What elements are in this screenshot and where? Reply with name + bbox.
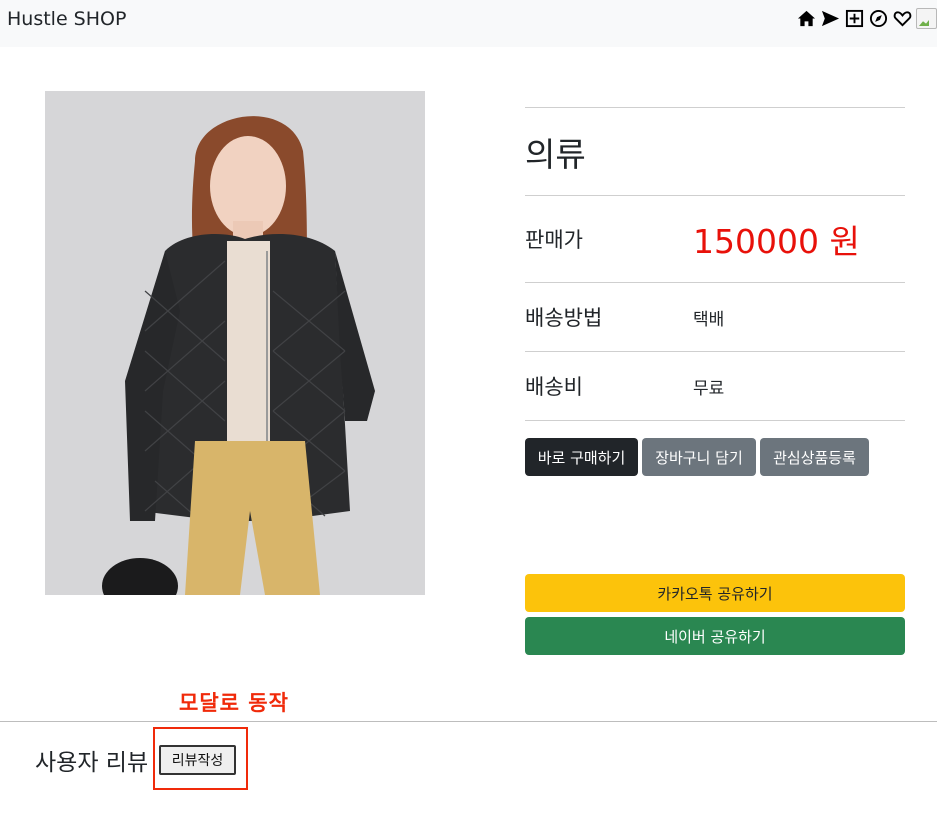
plus-square-icon[interactable] <box>844 8 865 29</box>
compass-icon[interactable] <box>868 8 889 29</box>
write-review-button[interactable]: 리뷰작성 <box>159 745 236 775</box>
buy-now-button[interactable]: 바로 구매하기 <box>525 438 638 476</box>
send-icon[interactable] <box>820 8 841 29</box>
broken-image-icon[interactable] <box>916 8 937 29</box>
home-icon[interactable] <box>796 8 817 29</box>
section-divider <box>0 721 937 722</box>
add-to-cart-button[interactable]: 장바구니 담기 <box>642 438 756 476</box>
product-info: 의류 판매가 150000 원 배송방법 택배 배송비 무료 바로 구매하기 장… <box>525 107 905 476</box>
product-image <box>45 91 425 595</box>
action-buttons: 바로 구매하기 장바구니 담기 관심상품등록 <box>525 438 905 476</box>
fee-value: 무료 <box>693 378 725 399</box>
shipping-row: 배송방법 택배 <box>525 283 905 351</box>
navbar: Hustle SHOP <box>0 0 937 47</box>
price-label: 판매가 <box>525 228 583 252</box>
brand-logo[interactable]: Hustle SHOP <box>7 8 126 30</box>
price-value: 150000 원 <box>693 222 860 261</box>
category-row: 의류 <box>525 108 905 195</box>
annotation-text: 모달로 동작 <box>179 691 289 715</box>
price-row: 판매가 150000 원 <box>525 196 905 282</box>
divider <box>525 420 905 421</box>
add-to-wishlist-button[interactable]: 관심상품등록 <box>760 438 869 476</box>
nav-icon-group <box>796 8 937 29</box>
product-category: 의류 <box>525 134 586 174</box>
naver-share-button[interactable]: 네이버 공유하기 <box>525 617 905 655</box>
shipping-label: 배송방법 <box>525 306 603 330</box>
fee-label: 배송비 <box>525 375 583 399</box>
review-section-title: 사용자 리뷰 <box>35 750 149 776</box>
kakao-share-button[interactable]: 카카오톡 공유하기 <box>525 574 905 612</box>
heart-icon[interactable] <box>892 8 913 29</box>
fee-row: 배송비 무료 <box>525 352 905 420</box>
shipping-value: 택배 <box>693 309 725 330</box>
